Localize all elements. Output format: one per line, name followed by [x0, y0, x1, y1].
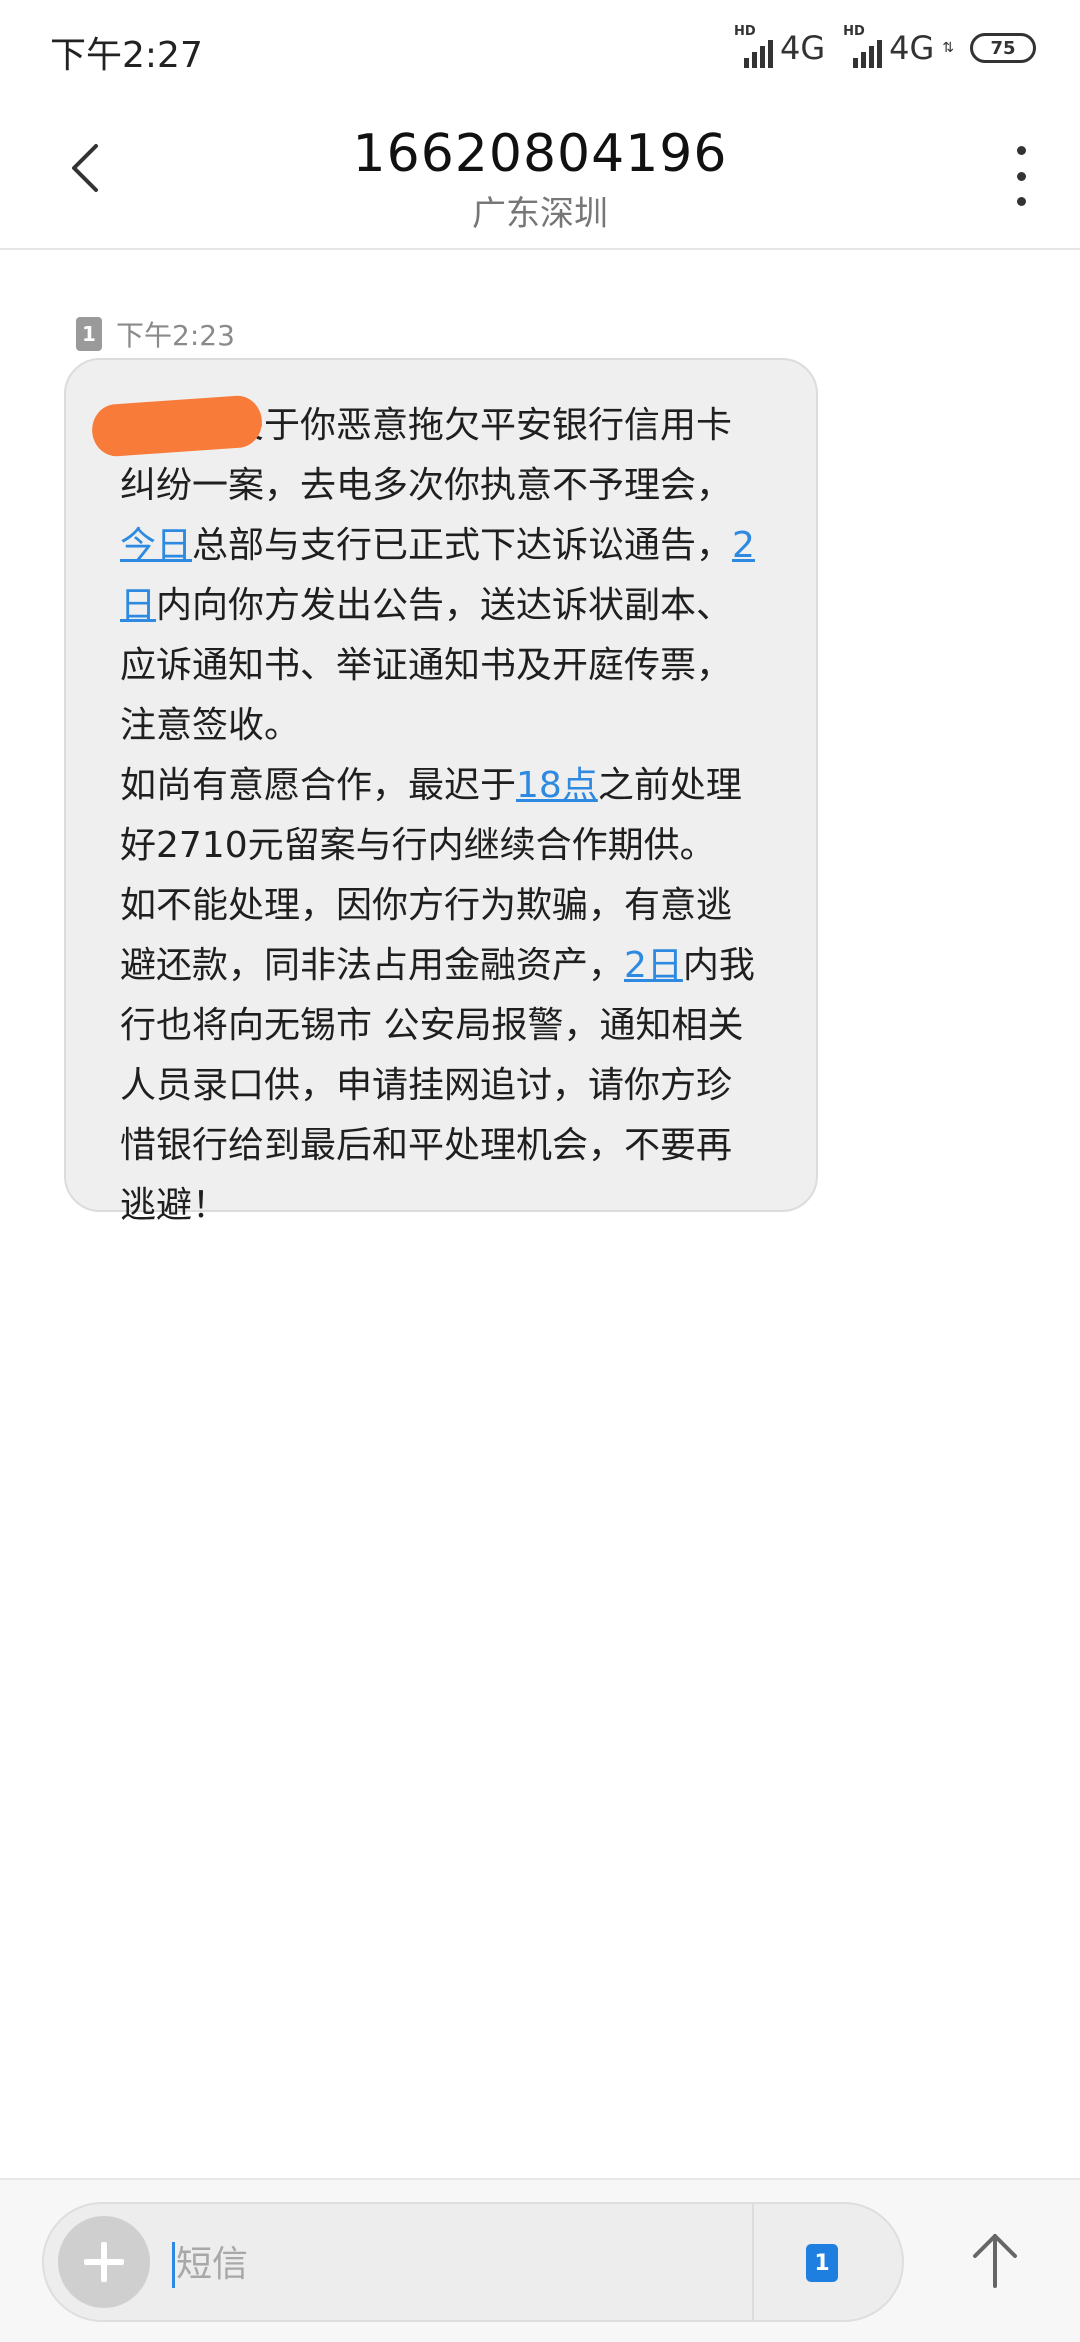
- composer-pill: 1: [42, 2202, 904, 2322]
- data-activity-icon: ⇅: [942, 40, 954, 56]
- more-options-button[interactable]: [1006, 146, 1036, 206]
- arrow-up-icon: [973, 2234, 1017, 2288]
- message-segment: 总部与支行已正式下达诉讼通告，: [192, 525, 733, 566]
- sim-badge: 1: [76, 317, 102, 351]
- message-meta: 1 下午2:23: [76, 314, 235, 354]
- composer-divider: [752, 2204, 754, 2320]
- network-type: 4G: [779, 29, 826, 67]
- message-link[interactable]: 2日: [624, 945, 683, 986]
- signal-icon: HD: [734, 24, 774, 68]
- message-bubble[interactable]: 某某，关于你恶意拖欠平安银行信用卡纠纷一案，去电多次你执意不予理会，今日总部与支…: [64, 358, 818, 1226]
- conversation-header: 16620804196 广东深圳: [0, 96, 1080, 250]
- hd-label: HD: [733, 24, 756, 39]
- message-segment: 如尚有意愿合作，最迟于: [120, 765, 517, 806]
- hd-label: HD: [843, 24, 865, 39]
- battery-level: 75: [990, 37, 1016, 59]
- contact-info[interactable]: 16620804196 广东深圳: [0, 124, 1080, 235]
- composer-bar: 1: [0, 2178, 1080, 2342]
- message-input[interactable]: [174, 2228, 778, 2300]
- more-vertical-icon: [1016, 146, 1026, 155]
- battery-icon: 75: [970, 33, 1036, 63]
- message-segment: 内向你方发出公告，送达诉状副本、应诉通知书、举证通知书及开庭传票，注意签收。: [120, 585, 733, 746]
- message-timestamp: 下午2:23: [116, 319, 235, 352]
- status-time: 下午2:27: [50, 35, 203, 76]
- message-text: 某某，关于你恶意拖欠平安银行信用卡纠纷一案，去电多次你执意不予理会，今日总部与支…: [120, 396, 764, 1236]
- send-button[interactable]: [960, 2224, 1030, 2294]
- sim-select-button[interactable]: 1: [806, 2244, 838, 2282]
- status-bar: 下午2:27 HD 4G HD 4G ⇅ 75: [0, 0, 1080, 96]
- contact-number: 16620804196: [352, 124, 728, 184]
- network-type: 4G: [889, 29, 935, 67]
- contact-location: 广东深圳: [472, 194, 608, 234]
- message-link[interactable]: 18点: [516, 765, 598, 806]
- message-link[interactable]: 今日: [120, 525, 192, 566]
- status-icons: HD 4G HD 4G ⇅ 75: [734, 24, 1036, 70]
- signal-icon: HD: [843, 24, 883, 68]
- message-segment: 内我行也将向无锡市 公安局报警，通知相关人员录口供，申请挂网追讨，请你方珍惜银行…: [120, 945, 755, 1226]
- add-attachment-button[interactable]: [58, 2216, 150, 2308]
